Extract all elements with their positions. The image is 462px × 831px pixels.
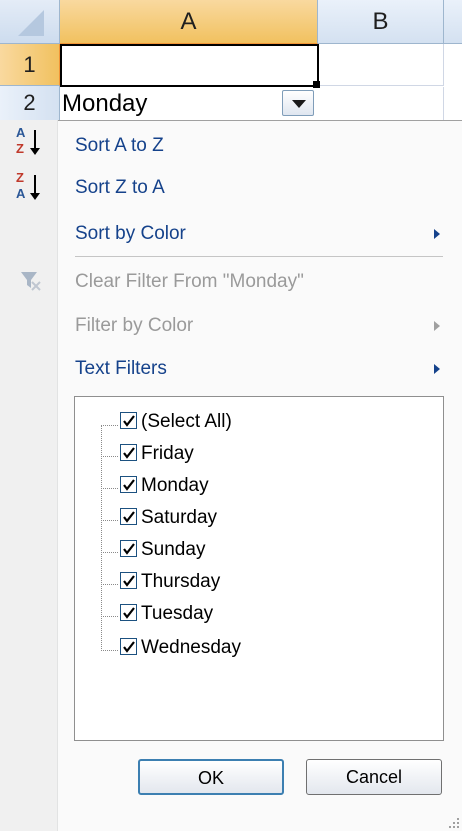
tree-branch [101,488,118,489]
corner-triangle-icon [18,10,44,36]
menu-icon-gutter [0,120,58,831]
checklist-item-select-all[interactable]: (Select All) [120,407,420,437]
checkbox-checked-icon[interactable] [120,603,137,621]
menu-separator [75,256,443,257]
checkbox-checked-icon[interactable] [120,571,137,589]
tree-branch [101,456,118,457]
row-header-1[interactable]: 1 [0,44,60,86]
cell-a2[interactable]: Monday [60,87,318,120]
text-filters-label: Text Filters [75,358,167,379]
checkbox-checked-icon[interactable] [120,507,137,525]
tree-branch [101,584,118,585]
checklist-item-sunday[interactable]: Sunday [120,535,420,565]
menu-item-filter-by-color: Filter by Color [60,306,462,346]
checkbox-checked-icon[interactable] [120,475,137,493]
checkbox-checked-icon[interactable] [120,637,137,655]
filter-by-color-label: Filter by Color [75,315,194,336]
autofilter-dropdown-button[interactable] [282,90,314,116]
row-header-2[interactable]: 2 [0,86,60,120]
checklist-label: Sunday [141,539,206,560]
svg-text:A: A [16,125,26,140]
menu-item-sort-by-color[interactable]: Sort by Color [60,214,462,254]
checkbox-checked-icon[interactable] [120,411,137,429]
checklist-item-wednesday[interactable]: Wednesday [120,633,420,663]
submenu-arrow-icon [434,364,440,374]
column-header-b[interactable]: B [318,0,444,44]
column-header-c[interactable] [444,0,462,44]
checklist-label: Friday [141,443,194,464]
svg-text:Z: Z [16,170,24,185]
checklist-item-monday[interactable]: Monday [120,471,420,501]
checklist-label: Thursday [141,571,221,592]
ok-button[interactable]: OK [138,759,284,795]
checklist-label: Wednesday [141,637,241,658]
svg-text:Z: Z [16,141,24,156]
sort-z-to-a-icon: Z A [16,170,40,201]
tree-branch [101,650,118,651]
checklist-item-saturday[interactable]: Saturday [120,503,420,533]
tree-branch [101,616,118,617]
tree-branch [101,520,118,521]
sort-a-to-z-icon: A Z [16,125,40,156]
checkbox-checked-icon[interactable] [120,539,137,557]
menu-item-clear-filter: Clear Filter From "Monday" [75,271,304,292]
checklist-item-friday[interactable]: Friday [120,439,420,469]
select-all-corner[interactable] [0,0,60,44]
dropdown-arrow-icon [292,100,306,108]
cancel-button[interactable]: Cancel [306,759,442,795]
resize-grip-icon[interactable] [448,817,460,829]
tree-line [101,425,102,651]
checkbox-checked-icon[interactable] [120,443,137,461]
cell-b1[interactable] [320,44,444,86]
checklist-label: Monday [141,475,209,496]
menu-item-sort-z-to-a[interactable]: Sort Z to A [60,168,462,208]
column-header-a[interactable]: A [60,0,318,44]
checklist-label: (Select All) [141,411,232,432]
checklist-item-tuesday[interactable]: Tuesday [120,599,420,629]
menu-item-sort-a-to-z[interactable]: Sort A to Z [60,126,462,166]
cell-a1-selected[interactable] [60,44,319,87]
checklist-label: Tuesday [141,603,214,624]
checklist-label: Saturday [141,507,218,528]
submenu-arrow-icon [434,321,440,331]
submenu-arrow-icon [434,229,440,239]
tree-branch [101,425,118,426]
sort-by-color-label: Sort by Color [75,223,186,244]
menu-item-text-filters[interactable]: Text Filters [60,349,462,389]
checklist-item-thursday[interactable]: Thursday [120,567,420,597]
svg-text:A: A [16,186,26,201]
cell-b2[interactable] [318,87,444,120]
tree-branch [101,552,118,553]
clear-filter-icon [21,272,41,291]
